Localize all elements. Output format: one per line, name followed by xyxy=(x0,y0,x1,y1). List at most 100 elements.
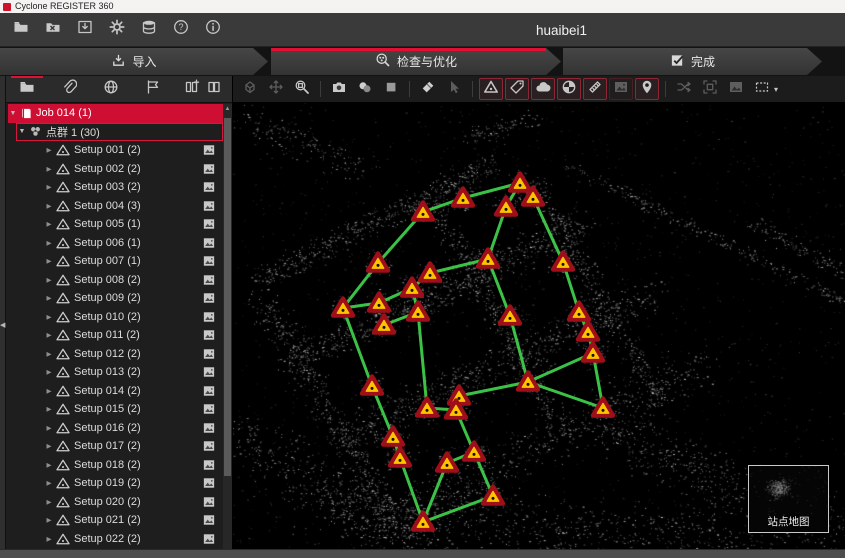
tree-row-setup[interactable]: ▶ Setup 015 (2) xyxy=(6,400,223,419)
setup-marker[interactable] xyxy=(510,174,530,191)
tree-row-setup[interactable]: ▶ Setup 008 (2) xyxy=(6,271,223,290)
setup-marker[interactable] xyxy=(464,443,484,460)
setup-image-icon[interactable] xyxy=(203,329,215,341)
tree-row-setup[interactable]: ▶ Setup 012 (2) xyxy=(6,345,223,364)
tree-row-setup[interactable]: ▶ Setup 007 (1) xyxy=(6,252,223,271)
show-tags-toggle[interactable] xyxy=(505,78,529,100)
open-project-button[interactable] xyxy=(8,18,33,42)
orbit-button[interactable] xyxy=(238,78,262,100)
tree-row-setup[interactable]: ▶ Setup 009 (2) xyxy=(6,289,223,308)
setup-image-icon[interactable] xyxy=(203,533,215,545)
tree-row-setup[interactable]: ▶ Setup 002 (2) xyxy=(6,160,223,179)
expander-closed-icon[interactable]: ▶ xyxy=(44,535,54,543)
expander-closed-icon[interactable]: ▶ xyxy=(44,368,54,376)
setup-image-icon[interactable] xyxy=(203,255,215,267)
setup-marker[interactable] xyxy=(578,323,598,340)
import-project-button[interactable] xyxy=(72,18,97,42)
setup-image-icon[interactable] xyxy=(203,496,215,508)
expander-open-icon[interactable]: ▼ xyxy=(8,110,18,117)
setup-image-icon[interactable] xyxy=(203,440,215,452)
setup-image-icon[interactable] xyxy=(203,459,215,471)
workflow-step-review-optimize[interactable]: 检查与优化 xyxy=(271,48,561,75)
expander-closed-icon[interactable]: ▶ xyxy=(44,239,54,247)
setup-image-icon[interactable] xyxy=(203,237,215,249)
expander-closed-icon[interactable]: ▶ xyxy=(44,276,54,284)
setup-image-icon[interactable] xyxy=(203,292,215,304)
tree-row-job[interactable]: ▼ Job 014 (1) xyxy=(8,104,223,123)
tree-row-setup[interactable]: ▶ Setup 017 (2) xyxy=(6,437,223,456)
dropdown-caret-icon[interactable]: ▾ xyxy=(774,85,778,94)
setup-image-icon[interactable] xyxy=(203,348,215,360)
setup-marker[interactable] xyxy=(496,198,516,215)
setup-marker[interactable] xyxy=(362,377,382,394)
expander-closed-icon[interactable]: ▶ xyxy=(44,146,54,154)
expander-closed-icon[interactable]: ▶ xyxy=(44,405,54,413)
zoom-window-button[interactable] xyxy=(290,78,314,100)
expander-closed-icon[interactable]: ▶ xyxy=(44,313,54,321)
fill-mode-button[interactable] xyxy=(379,78,403,100)
setup-marker[interactable] xyxy=(453,189,473,206)
color-mode-button[interactable] xyxy=(353,78,377,100)
tree-row-setup[interactable]: ▶ Setup 018 (2) xyxy=(6,456,223,475)
tree-row-setup[interactable]: ▶ Setup 021 (2) xyxy=(6,511,223,530)
show-geotags-toggle[interactable] xyxy=(635,78,659,100)
setup-image-icon[interactable] xyxy=(203,144,215,156)
setup-marker[interactable] xyxy=(569,303,589,320)
setup-marker[interactable] xyxy=(374,316,394,333)
settings-button[interactable] xyxy=(104,18,129,42)
close-project-button[interactable] xyxy=(40,18,65,42)
setup-marker[interactable] xyxy=(390,449,410,466)
setup-image-icon[interactable] xyxy=(203,366,215,378)
tree-row-setup[interactable]: ▶ Setup 006 (1) xyxy=(6,234,223,253)
setup-marker[interactable] xyxy=(420,264,440,281)
expander-closed-icon[interactable]: ▶ xyxy=(44,516,54,524)
setup-marker[interactable] xyxy=(408,303,428,320)
new-bundle-button[interactable] xyxy=(184,79,200,100)
setup-marker[interactable] xyxy=(413,203,433,220)
expander-closed-icon[interactable]: ▶ xyxy=(44,257,54,265)
pan-button[interactable] xyxy=(264,78,288,100)
transform-button[interactable] xyxy=(698,78,722,100)
scroll-up-icon[interactable]: ▲ xyxy=(223,105,232,113)
workflow-step-finalize[interactable]: 完成 xyxy=(563,48,822,75)
expander-closed-icon[interactable]: ▶ xyxy=(44,387,54,395)
setup-image-icon[interactable] xyxy=(203,200,215,212)
setup-image-icon[interactable] xyxy=(203,477,215,489)
tree-row-setup[interactable]: ▶ Setup 004 (3) xyxy=(6,197,223,216)
show-setups-toggle[interactable] xyxy=(479,78,503,100)
expander-closed-icon[interactable]: ▶ xyxy=(44,461,54,469)
project-explorer-tab[interactable] xyxy=(6,76,48,103)
site-minimap[interactable]: 站点地图 xyxy=(748,465,829,533)
setup-image-icon[interactable] xyxy=(203,514,215,526)
tree-row-setup[interactable]: ▶ Setup 011 (2) xyxy=(6,326,223,345)
tree-row-setup[interactable]: ▶ Setup 010 (2) xyxy=(6,308,223,327)
expander-closed-icon[interactable]: ▶ xyxy=(44,442,54,450)
setup-image-icon[interactable] xyxy=(203,403,215,415)
setup-image-icon[interactable] xyxy=(203,385,215,397)
expander-closed-icon[interactable]: ▶ xyxy=(44,331,54,339)
eraser-button[interactable] xyxy=(416,78,440,100)
expander-closed-icon[interactable]: ▶ xyxy=(44,165,54,173)
workflow-step-import[interactable]: 导入 xyxy=(0,48,268,75)
setup-marker[interactable] xyxy=(449,387,469,404)
setup-marker[interactable] xyxy=(383,428,403,445)
open-bundle-button[interactable] xyxy=(206,79,222,100)
setup-image-icon[interactable] xyxy=(203,163,215,175)
tree-row-setup[interactable]: ▶ Setup 020 (2) xyxy=(6,493,223,512)
setup-marker[interactable] xyxy=(483,487,503,504)
setup-marker[interactable] xyxy=(437,454,457,471)
setup-marker[interactable] xyxy=(500,307,520,324)
info-button[interactable] xyxy=(200,18,225,42)
tree-row-setup[interactable]: ▶ Setup 016 (2) xyxy=(6,419,223,438)
setup-marker[interactable] xyxy=(417,399,437,416)
expander-closed-icon[interactable]: ▶ xyxy=(44,202,54,210)
pano-image-button[interactable] xyxy=(724,78,748,100)
expander-closed-icon[interactable]: ▶ xyxy=(44,350,54,358)
scrollbar-thumb[interactable] xyxy=(224,118,231,476)
tree-row-setup[interactable]: ▶ Setup 014 (2) xyxy=(6,382,223,401)
setup-marker[interactable] xyxy=(518,373,538,390)
select-cursor-button[interactable] xyxy=(442,78,466,100)
setup-marker[interactable] xyxy=(593,399,613,416)
tree-row-setup[interactable]: ▶ Setup 005 (1) xyxy=(6,215,223,234)
setup-marker[interactable] xyxy=(413,513,433,530)
